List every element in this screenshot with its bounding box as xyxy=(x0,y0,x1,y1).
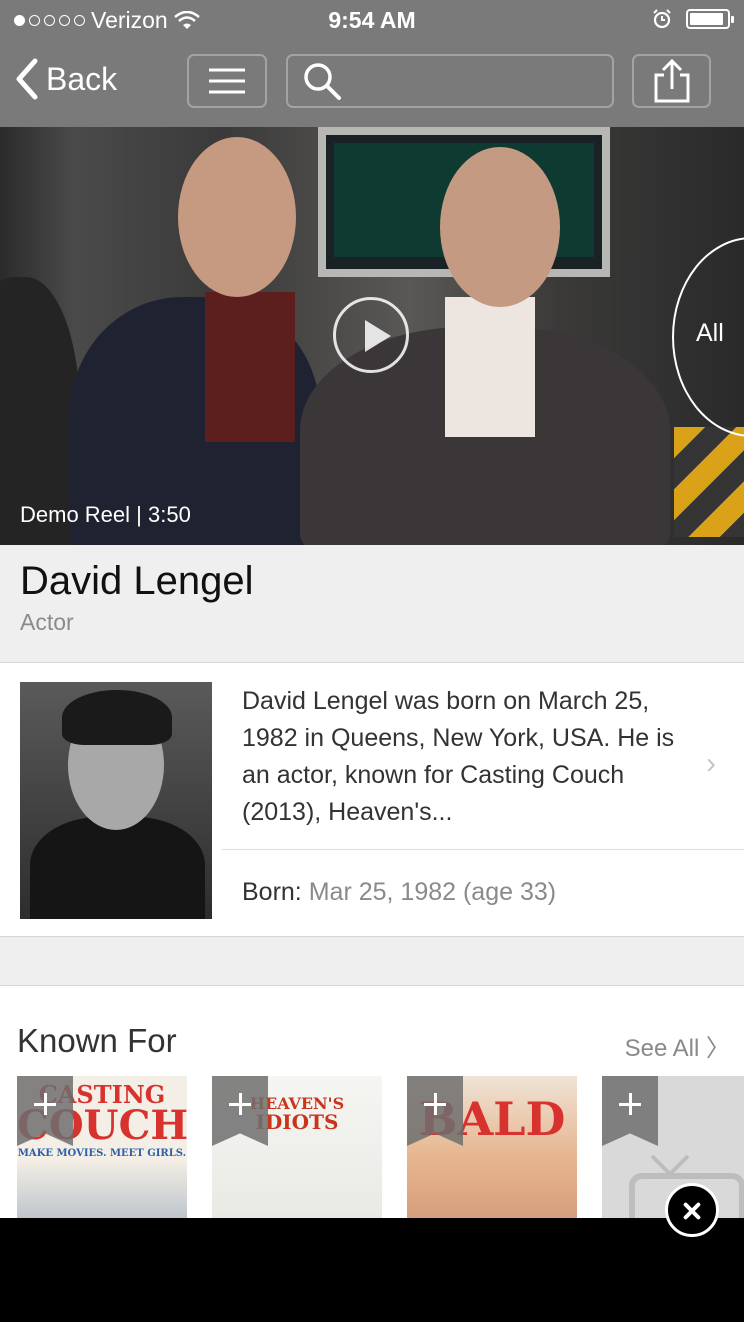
chevron-left-icon xyxy=(16,58,38,100)
known-for-section: Known For See All 〉 CASTING COUCH MAKE M… xyxy=(0,985,744,1226)
alarm-icon xyxy=(653,9,671,29)
ad-banner[interactable] xyxy=(0,1218,744,1322)
back-label: Back xyxy=(46,60,118,97)
name-header: David Lengel Actor xyxy=(0,545,744,662)
top-bar: Verizon 9:54 AM Back xyxy=(0,0,744,127)
search-field[interactable] xyxy=(286,54,614,108)
born-value: Mar 25, 1982 (age 33) xyxy=(308,878,557,906)
menu-button[interactable] xyxy=(187,54,267,108)
back-button[interactable]: Back xyxy=(14,58,117,100)
chevron-right-icon[interactable]: › xyxy=(706,747,716,781)
play-icon[interactable] xyxy=(333,297,409,373)
see-all-label: See All xyxy=(624,1035,700,1062)
headshot-image[interactable] xyxy=(20,682,212,919)
battery-level xyxy=(690,13,724,25)
born-row: Born: Mar 25, 1982 (age 33) xyxy=(242,878,556,907)
battery-icon xyxy=(686,9,734,29)
demo-reel-video[interactable]: All Demo Reel | 3:50 xyxy=(0,127,744,545)
poster-tagline: MAKE MOVIES. MEET GIRLS. xyxy=(17,1148,187,1159)
status-right xyxy=(652,9,734,29)
add-watchlist-button[interactable] xyxy=(212,1076,268,1146)
all-videos-button[interactable]: All xyxy=(672,237,744,437)
share-button[interactable] xyxy=(632,54,711,108)
share-icon xyxy=(654,59,689,103)
bio-text[interactable]: David Lengel was born on March 25, 1982 … xyxy=(242,683,702,831)
chevron-right-icon: 〉 xyxy=(706,1035,730,1062)
born-label: Born: xyxy=(242,878,302,906)
person-role: Actor xyxy=(20,609,74,635)
section-spacer xyxy=(0,937,744,985)
poster-bald[interactable]: BALD xyxy=(407,1076,577,1226)
see-all-link[interactable]: See All 〉 xyxy=(625,1028,730,1063)
divider xyxy=(222,849,744,850)
person-name: David Lengel xyxy=(20,559,254,603)
status-time: 9:54 AM xyxy=(328,7,416,33)
poster-casting-couch[interactable]: CASTING COUCH MAKE MOVIES. MEET GIRLS. xyxy=(17,1076,187,1226)
imdb-person-screen: Verizon 9:54 AM Back All Demo Reel | 3:5… xyxy=(0,0,744,1322)
poster-heavens-idiots[interactable]: HEAVEN'S IDIOTS xyxy=(212,1076,382,1226)
search-icon xyxy=(304,63,341,100)
known-for-title: Known For xyxy=(17,1022,177,1059)
close-ad-icon[interactable] xyxy=(665,1183,719,1237)
menu-icon xyxy=(209,68,245,94)
bio-section: David Lengel was born on March 25, 1982 … xyxy=(0,662,744,937)
video-caption: Demo Reel | 3:50 xyxy=(20,502,191,527)
status-bar: Verizon 9:54 AM xyxy=(0,0,744,42)
all-videos-label: All xyxy=(696,319,724,347)
nav-bar: Back xyxy=(0,52,744,112)
